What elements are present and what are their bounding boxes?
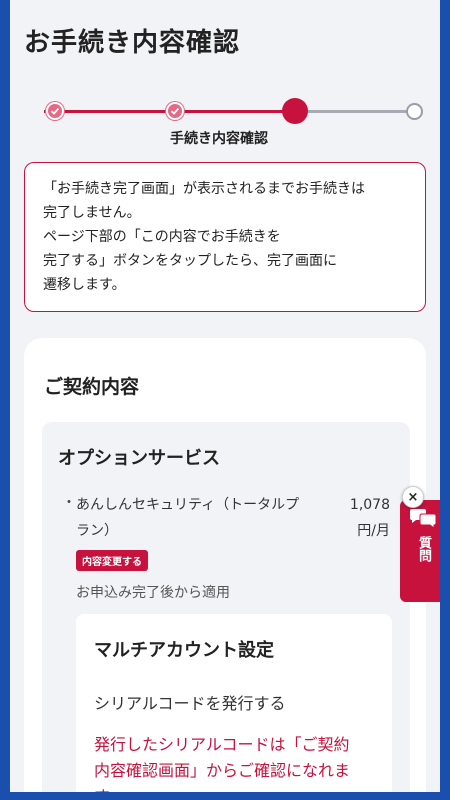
- multi-account-title: マルチアカウント設定: [94, 640, 274, 661]
- page-title: お手続き内容確認: [24, 28, 241, 58]
- serial-note-line: 内容確認画面」からご確認になれま: [94, 761, 351, 780]
- notice-line: 完了する」ボタンをタップしたら、完了画面に: [43, 253, 337, 269]
- contract-title: ご契約内容: [44, 376, 140, 398]
- chat-bubbles-icon: [410, 509, 437, 529]
- notice-line: 遷移します。: [43, 277, 126, 293]
- step-4-pending-dot: [406, 103, 423, 120]
- help-chat-tab[interactable]: 質問: [400, 500, 440, 602]
- change-content-badge: 内容変更する: [76, 550, 148, 571]
- step-1-check-icon: [46, 102, 64, 120]
- completion-notice: 「お手続き完了画面」が表示されるまでお手続きは 完了しません。 ページ下部の「こ…: [24, 162, 426, 312]
- serial-note-line: す。: [94, 784, 374, 792]
- serial-code-label: シリアルコードを発行する: [94, 694, 286, 713]
- contract-details-card: ご契約内容 オプションサービス ・ あんしんセキュリティ（トータルプラン） 1,…: [24, 338, 426, 792]
- serial-note-line: 発行したシリアルコードは「ご契約: [94, 735, 350, 754]
- option-item-name: あんしんセキュリティ（トータルプラン）: [76, 497, 300, 539]
- multi-account-box: マルチアカウント設定 シリアルコードを発行する 発行したシリアルコードは「ご契約…: [76, 614, 392, 792]
- notice-line: 完了しません。: [43, 205, 141, 221]
- stepper-line-todo: [296, 110, 408, 113]
- step-2-check-icon: [166, 102, 184, 120]
- close-help-button[interactable]: ×: [402, 486, 424, 508]
- serial-code-note: 発行したシリアルコードは「ご契約 内容確認画面」からご確認になれま す。: [94, 732, 374, 792]
- apply-timing-note: お申込み完了後から適用: [76, 585, 230, 601]
- screen: お手続き内容確認 手続き内容確認 「お手続き完了画面」が表示されるまでお手続きは…: [10, 0, 440, 792]
- step-3-current-dot: [282, 98, 308, 124]
- notice-line: ページ下部の「この内容でお手続きを: [43, 229, 281, 245]
- option-item-price: 1,078 円/月: [349, 497, 390, 539]
- notice-line: 「お手続き完了画面」が表示されるまでお手続きは: [43, 181, 365, 197]
- progress-stepper: [34, 96, 423, 126]
- option-service-panel: オプションサービス ・ あんしんセキュリティ（トータルプラン） 1,078 円/…: [42, 422, 410, 792]
- bullet-icon: ・: [62, 495, 76, 511]
- option-service-title: オプションサービス: [58, 448, 220, 469]
- help-label: 質問: [416, 536, 431, 562]
- current-step-label: 手続き内容確認: [170, 131, 268, 147]
